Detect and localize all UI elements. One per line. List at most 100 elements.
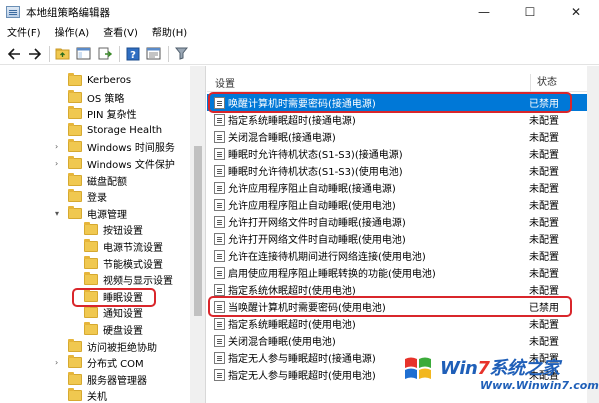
tree-node[interactable]: OS 策略 <box>68 89 124 106</box>
menu-file[interactable]: 文件(F) <box>0 24 48 43</box>
column-header-state[interactable]: 状态 <box>530 73 557 92</box>
toolbar-separator <box>49 45 50 62</box>
window-controls: — ☐ ✕ <box>461 0 599 24</box>
policy-setting-icon <box>214 266 225 279</box>
policy-setting-icon <box>214 113 225 126</box>
policy-row[interactable]: 关闭混合睡眠(使用电池) 未配置 <box>207 332 587 349</box>
folder-icon <box>68 156 82 169</box>
policy-setting-icon <box>214 147 225 160</box>
help-icon[interactable]: ? <box>123 45 142 63</box>
site-watermark: Win7系统之家 Www.Winwin7.com <box>400 352 599 403</box>
tree-node-label: 磁盘配额 <box>87 176 127 188</box>
collapsed-arrow-icon[interactable]: › <box>55 159 65 168</box>
minimize-button[interactable]: — <box>461 0 507 24</box>
tree-node-label: 电源节流设置 <box>103 243 163 254</box>
folder-icon <box>84 305 98 319</box>
tree-node[interactable]: 访问被拒绝协助 <box>68 338 157 355</box>
back-arrow-icon[interactable] <box>4 45 23 63</box>
policy-state: 未配置 <box>529 184 559 195</box>
policy-state: 未配置 <box>529 269 559 280</box>
tree-node[interactable]: 节能模式设置 <box>84 255 163 272</box>
policy-name: 允许应用程序阻止自动睡眠(接通电源) <box>228 184 396 195</box>
tree-node[interactable]: 关机 <box>68 387 107 403</box>
show-tree-icon[interactable] <box>74 45 93 63</box>
tree-node[interactable]: 服务器管理器 <box>68 371 147 388</box>
policy-setting-icon <box>214 215 225 228</box>
tree-pane[interactable]: Kerberos OS 策略 PIN 复杂性 Storage Health › Windo… <box>0 66 206 403</box>
policy-row[interactable]: 启用使应用程序阻止睡眠转换的功能(使用电池) 未配置 <box>207 264 587 281</box>
folder-icon <box>68 371 82 385</box>
tree-node[interactable]: 按钮设置 <box>84 221 143 238</box>
toolbar-separator <box>168 45 169 62</box>
policy-row[interactable]: 允许应用程序阻止自动睡眠(使用电池) 未配置 <box>207 196 587 213</box>
properties-icon[interactable] <box>144 45 163 63</box>
tree-node[interactable]: PIN 复杂性 <box>68 105 137 122</box>
toolbar-separator <box>119 45 120 62</box>
policy-name: 睡眠时允许待机状态(S1-S3)(接通电源) <box>228 150 403 161</box>
tree-node[interactable]: 硬盘设置 <box>84 321 143 338</box>
policy-state: 未配置 <box>529 286 559 297</box>
selected-node-highlight-box <box>72 288 156 307</box>
policy-row[interactable]: 睡眠时允许待机状态(S1-S3)(接通电源) 未配置 <box>207 145 587 162</box>
export-list-icon[interactable] <box>95 45 114 63</box>
menu-action[interactable]: 操作(A) <box>48 24 97 43</box>
policy-row[interactable]: 关闭混合睡眠(接通电源) 未配置 <box>207 128 587 145</box>
policy-name: 关闭混合睡眠(使用电池) <box>228 337 336 348</box>
watermark-brand-prefix: Win <box>440 358 478 379</box>
tree-node[interactable]: 视频与显示设置 <box>84 271 173 288</box>
menu-help[interactable]: 帮助(H) <box>145 24 194 43</box>
policy-row[interactable]: 允许应用程序阻止自动睡眠(接通电源) 未配置 <box>207 179 587 196</box>
policy-state: 未配置 <box>529 337 559 348</box>
tree-node-label: 节能模式设置 <box>103 259 163 271</box>
expanded-arrow-icon[interactable]: ▾ <box>55 209 65 218</box>
policy-row[interactable]: 允许在连接待机期间进行网络连接(使用电池) 未配置 <box>207 247 587 264</box>
title-bar: 本地组策略编辑器 — ☐ ✕ <box>0 0 599 24</box>
tree-node[interactable]: › 分布式 COM <box>55 354 144 371</box>
tree-node-label: 访问被拒绝协助 <box>87 342 157 354</box>
watermark-brand-number: 7 <box>477 358 490 379</box>
menu-view[interactable]: 查看(V) <box>96 24 145 43</box>
folder-icon <box>68 205 82 219</box>
folder-icon <box>68 172 82 186</box>
policy-name: 允许打开网络文件时自动睡眠(接通电源) <box>228 218 406 229</box>
up-folder-icon[interactable] <box>53 45 72 63</box>
policy-setting-icon <box>214 164 225 177</box>
tree-node-label: 视频与显示设置 <box>103 276 173 288</box>
forward-arrow-icon[interactable] <box>25 45 44 63</box>
tree-node[interactable]: ▾ 电源管理 <box>55 205 127 222</box>
policy-row[interactable]: 指定系统睡眠超时(使用电池) 未配置 <box>207 315 587 332</box>
policy-name: 允许打开网络文件时自动睡眠(使用电池) <box>228 235 406 246</box>
tree-node[interactable]: Storage Health <box>68 122 162 139</box>
filter-icon[interactable] <box>172 45 191 63</box>
maximize-button[interactable]: ☐ <box>507 0 553 24</box>
folder-icon <box>84 239 98 252</box>
tree-node[interactable]: › Windows 时间服务 <box>55 138 175 155</box>
policy-row[interactable]: 允许打开网络文件时自动睡眠(使用电池) 未配置 <box>207 230 587 247</box>
tree-node-label: 按钮设置 <box>103 226 143 238</box>
toolbar: ? <box>0 43 599 65</box>
folder-icon <box>68 338 82 352</box>
tree-scrollbar[interactable] <box>190 66 205 403</box>
policy-row[interactable]: 允许打开网络文件时自动睡眠(接通电源) 未配置 <box>207 213 587 230</box>
close-button[interactable]: ✕ <box>553 0 599 24</box>
policy-setting-icon <box>214 317 225 330</box>
folder-icon <box>68 139 82 153</box>
watermark-brand: Win7系统之家 <box>440 354 560 380</box>
tree-node[interactable]: › Windows 文件保护 <box>55 155 175 172</box>
tree-scrollbar-thumb[interactable] <box>194 146 202 316</box>
column-header-setting[interactable]: 设置 <box>215 75 235 90</box>
policy-editor-app-icon <box>6 6 20 18</box>
policy-row[interactable]: 指定系统睡眠超时(接通电源) 未配置 <box>207 111 587 128</box>
policy-setting-icon <box>214 334 225 347</box>
policy-row[interactable]: 睡眠时允许待机状态(S1-S3)(使用电池) 未配置 <box>207 162 587 179</box>
tree-node[interactable]: 磁盘配额 <box>68 172 127 189</box>
tree-node-label: 硬盘设置 <box>103 326 143 337</box>
collapsed-arrow-icon[interactable]: › <box>55 142 65 151</box>
tree-node-label: Windows 时间服务 <box>87 143 175 155</box>
folder-icon <box>68 189 82 203</box>
tree-node[interactable]: 电源节流设置 <box>84 238 163 255</box>
tree-node[interactable]: 登录 <box>68 188 107 205</box>
tree-node-label: Kerberos <box>87 75 132 86</box>
collapsed-arrow-icon[interactable]: › <box>55 358 65 367</box>
tree-node[interactable]: Kerberos <box>68 72 131 89</box>
